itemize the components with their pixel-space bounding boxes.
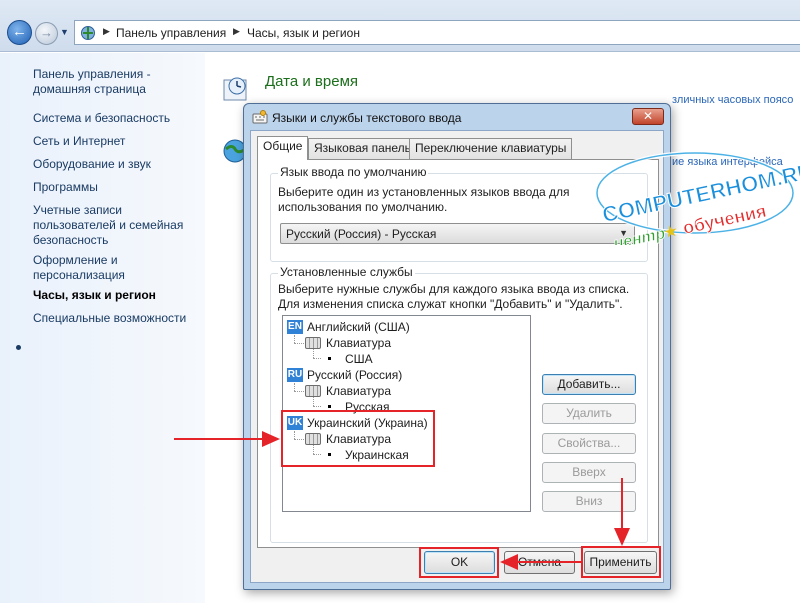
tab-general[interactable]: Общие [257,136,309,160]
arrow-right-icon [174,431,280,447]
arrow-left-icon [500,554,581,570]
arrow-down-icon [614,478,630,546]
star-icon: ★ [662,223,680,243]
annotation-arrows [174,431,630,570]
watermark-logo: COMPUTERHOM.RU центр обучения ★ [595,151,800,245]
watermark-line2a: центр [612,225,667,245]
